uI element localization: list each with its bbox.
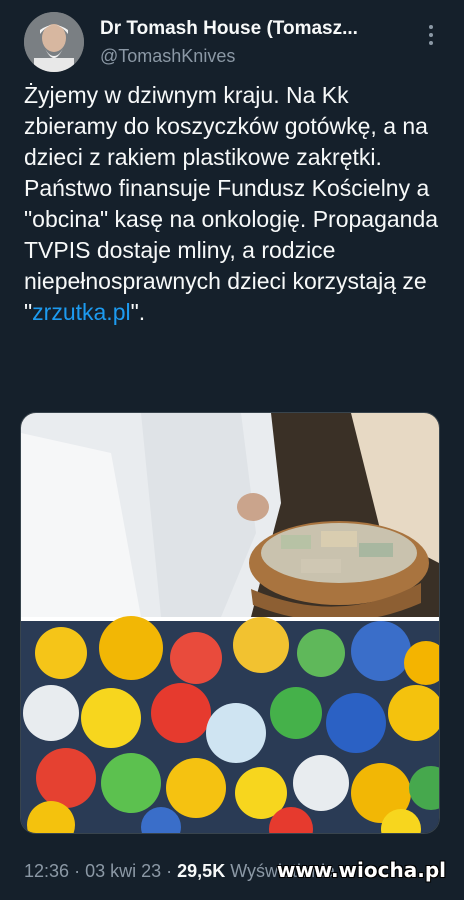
- display-name[interactable]: Dr Tomash House (Tomasz...: [100, 18, 358, 40]
- meta-separator: ·: [74, 861, 81, 881]
- watermark: www.wiocha.pl: [276, 858, 446, 882]
- tweet-text: Żyjemy w dziwnym kraju. Na Kk zbieramy d…: [24, 80, 444, 328]
- author-block[interactable]: Dr Tomash House (Tomasz... @TomashKnives: [100, 18, 358, 67]
- basket-photo: [21, 413, 439, 622]
- caps-photo: [21, 616, 439, 833]
- more-vertical-icon[interactable]: [422, 22, 440, 48]
- tweet-header: Dr Tomash House (Tomasz... @TomashKnives: [24, 10, 444, 74]
- meta-separator: ·: [166, 861, 173, 881]
- tweet-text-part2: ".: [130, 299, 146, 325]
- tweet-time[interactable]: 12:36: [24, 861, 69, 881]
- handle[interactable]: @TomashKnives: [100, 46, 358, 67]
- avatar[interactable]: [24, 12, 84, 72]
- avatar-image: [24, 12, 84, 72]
- media-image: [21, 413, 439, 833]
- tweet-media[interactable]: [20, 412, 440, 834]
- tweet-link[interactable]: zrzutka.pl: [32, 299, 130, 325]
- tweet-date[interactable]: 03 kwi 23: [85, 861, 161, 881]
- tweet-text-part1: Żyjemy w dziwnym kraju. Na Kk zbieramy d…: [24, 82, 439, 325]
- view-count: 29,5K: [177, 861, 226, 881]
